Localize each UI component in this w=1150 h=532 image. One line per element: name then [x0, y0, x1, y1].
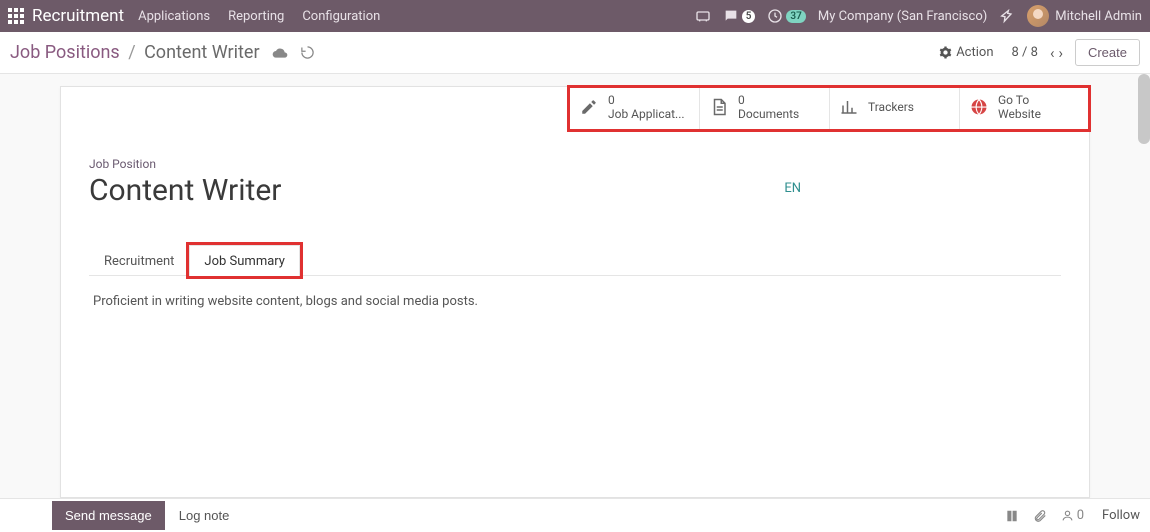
activities-icon[interactable]: 37 [767, 8, 805, 24]
breadcrumb-parent[interactable]: Job Positions [10, 42, 120, 63]
job-position-title[interactable]: Content Writer [89, 173, 784, 208]
messaging-icon[interactable]: 5 [723, 8, 756, 24]
tray-shortcut-icon[interactable] [695, 8, 711, 24]
document-icon [710, 98, 730, 118]
pager-next-icon[interactable]: › [1058, 44, 1063, 62]
create-button[interactable]: Create [1075, 39, 1140, 66]
breadcrumb-current: Content Writer [144, 42, 259, 63]
activities-badge: 37 [786, 10, 805, 23]
company-switcher[interactable]: My Company (San Francisco) [818, 9, 987, 24]
pager-prev-icon[interactable]: ‹ [1050, 44, 1055, 62]
apps-icon[interactable] [8, 8, 24, 24]
stat-applications-label: Job Applicat... [608, 108, 685, 122]
app-brand[interactable]: Recruitment [32, 6, 124, 26]
language-badge[interactable]: EN [784, 181, 801, 196]
stat-job-applications[interactable]: 0 Job Applicat... [570, 87, 700, 129]
top-navbar: Recruitment Applications Reporting Confi… [0, 0, 1150, 32]
job-summary-content[interactable]: Proficient in writing website content, b… [89, 276, 1061, 327]
stat-applications-count: 0 [608, 94, 685, 108]
avatar [1027, 5, 1049, 27]
followers-number: 0 [1077, 508, 1084, 523]
bar-chart-icon [840, 98, 860, 118]
discard-icon[interactable] [300, 45, 315, 60]
menu-applications[interactable]: Applications [138, 9, 210, 24]
pager-text[interactable]: 8 / 8 [1012, 45, 1038, 60]
user-menu[interactable]: Mitchell Admin [1027, 5, 1142, 27]
cloud-save-icon[interactable] [272, 45, 288, 61]
log-note-button[interactable]: Log note [165, 501, 244, 530]
stat-documents-label: Documents [738, 108, 799, 122]
breadcrumb-separator: / [128, 42, 135, 63]
job-position-label: Job Position [89, 157, 1061, 171]
menu-configuration[interactable]: Configuration [302, 9, 380, 24]
stat-website-line2: Website [998, 108, 1041, 122]
action-label: Action [956, 45, 993, 60]
followers-count[interactable]: 0 [1061, 508, 1084, 523]
tab-job-summary[interactable]: Job Summary [189, 245, 300, 276]
action-button[interactable]: Action [939, 45, 993, 60]
chatter-bar: Send message Log note 0 Follow [0, 498, 1150, 532]
stat-trackers[interactable]: Trackers [830, 87, 960, 129]
menu-reporting[interactable]: Reporting [228, 9, 284, 24]
follow-button[interactable]: Follow [1102, 508, 1140, 523]
globe-icon [970, 98, 990, 118]
tab-recruitment[interactable]: Recruitment [89, 245, 189, 276]
stat-documents-count: 0 [738, 94, 799, 108]
debug-icon[interactable] [999, 8, 1015, 24]
user-name: Mitchell Admin [1055, 9, 1142, 24]
stat-website-line1: Go To [998, 94, 1041, 108]
breadcrumb: Job Positions / Content Writer [10, 42, 260, 63]
main-area: 0 Job Applicat... 0 Documents Trackers [0, 74, 1150, 498]
form-sheet: 0 Job Applicat... 0 Documents Trackers [60, 86, 1090, 498]
stat-trackers-label: Trackers [868, 101, 914, 115]
messages-badge: 5 [742, 10, 756, 23]
stat-documents[interactable]: 0 Documents [700, 87, 830, 129]
stat-go-to-website[interactable]: Go To Website [960, 87, 1089, 129]
attachment-icon[interactable] [1033, 509, 1047, 523]
pencil-icon [580, 98, 600, 118]
control-panel: Job Positions / Content Writer Action 8 … [0, 32, 1150, 74]
tab-bar: Recruitment Job Summary [89, 244, 1061, 276]
book-icon[interactable] [1005, 509, 1019, 523]
send-message-button[interactable]: Send message [52, 501, 165, 530]
scrollbar-thumb[interactable] [1138, 74, 1150, 144]
stat-button-row: 0 Job Applicat... 0 Documents Trackers [569, 87, 1089, 130]
